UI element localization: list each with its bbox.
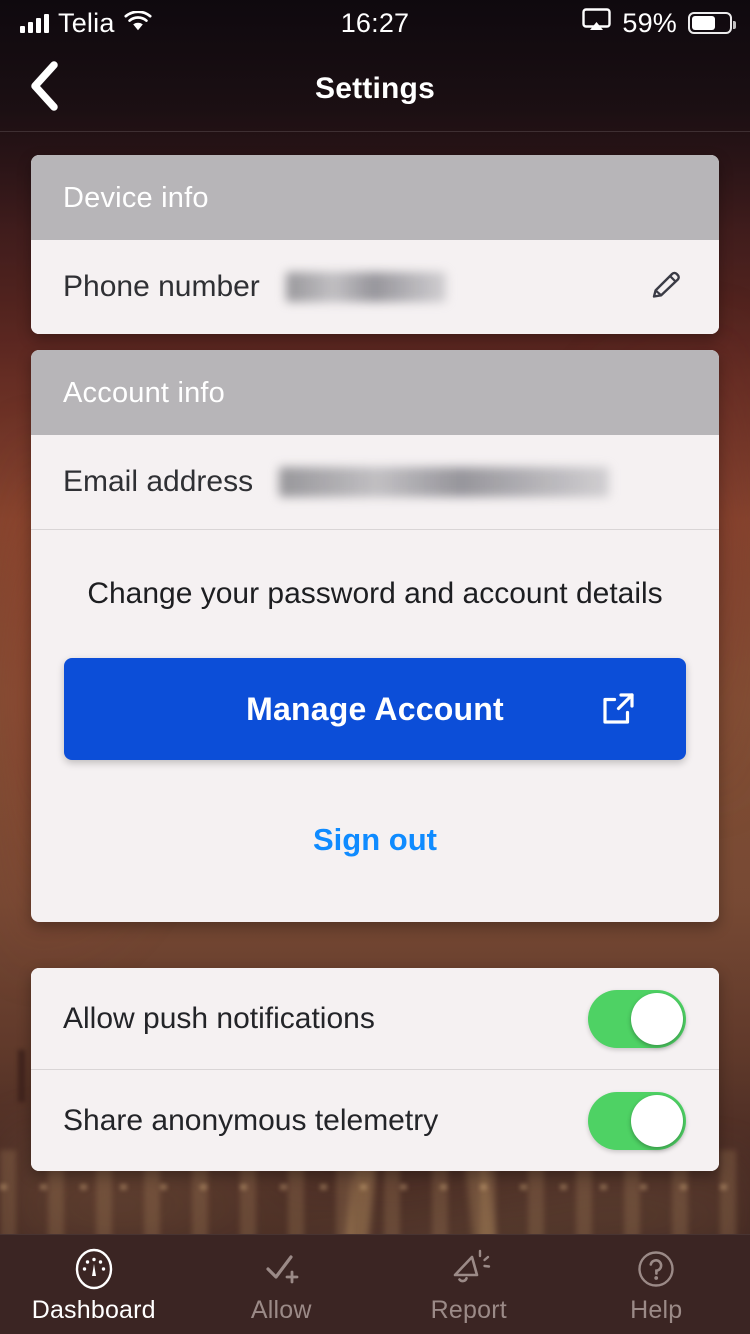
edit-phone-number-button[interactable] [639,260,693,314]
email-address-value-redacted [279,467,610,497]
phone-number-label: Phone number [63,270,260,303]
telemetry-label: Share anonymous telemetry [63,1103,439,1137]
device-info-card: Device info Phone number [31,155,719,334]
push-notifications-row[interactable]: Allow push notifications [31,968,719,1069]
carrier-label: Telia [58,7,115,38]
check-plus-icon [258,1246,304,1292]
bottom-tab-bar: Dashboard Allow Report Help [0,1234,750,1334]
manage-account-button[interactable]: Manage Account [64,658,686,760]
phone-number-value-redacted [285,272,446,302]
megaphone-icon [446,1246,492,1292]
pencil-edit-icon [646,265,686,310]
airplay-screen-mirroring-icon [582,7,612,39]
promo-section: Change your password and account details [31,530,719,614]
tab-help[interactable]: Help [563,1235,750,1334]
status-bar: Telia 16:27 59% [0,0,750,46]
phone-number-row[interactable]: Phone number [31,240,719,334]
battery-icon [688,12,736,34]
back-button[interactable] [14,59,74,119]
tab-report[interactable]: Report [375,1235,563,1334]
tab-dashboard[interactable]: Dashboard [0,1235,188,1334]
navigation-bar: Settings [0,46,750,132]
account-info-header: Account info [31,350,719,435]
tab-help-label: Help [630,1296,683,1324]
question-circle-icon [633,1246,679,1292]
status-bar-clock: 16:27 [340,7,410,38]
settings-content: Device info Phone number Account info Em… [0,132,750,1234]
signal-bars-icon [20,13,49,33]
manage-account-label: Manage Account [246,690,504,727]
preferences-card: Allow push notifications Share anonymous… [31,968,719,1171]
toggle-knob [631,992,683,1045]
chevron-left-icon [27,60,61,117]
account-info-card: Account info Email address Change your p… [31,350,719,922]
device-info-header: Device info [31,155,719,240]
tab-allow-label: Allow [250,1296,312,1324]
tab-dashboard-label: Dashboard [31,1296,156,1324]
telemetry-row[interactable]: Share anonymous telemetry [31,1070,719,1171]
push-notifications-label: Allow push notifications [63,1001,375,1035]
speedometer-gauge-icon [71,1246,117,1292]
sign-out-link[interactable]: Sign out [313,822,437,858]
page-title: Settings [315,71,435,105]
telemetry-toggle[interactable] [588,1091,686,1150]
signout-section: Sign out [31,760,719,922]
status-bar-left: Telia [0,8,300,39]
tab-allow[interactable]: Allow [188,1235,376,1334]
push-notifications-toggle[interactable] [588,989,686,1048]
email-address-row[interactable]: Email address [31,435,719,529]
status-bar-right: 59% [450,8,750,39]
wifi-icon [123,8,152,39]
tab-report-label: Report [430,1296,507,1324]
toggle-knob [631,1094,683,1147]
email-address-label: Email address [63,465,254,498]
promo-text: Change your password and account details [87,577,663,610]
external-link-icon [596,687,640,731]
battery-percent-label: 59% [622,7,677,38]
